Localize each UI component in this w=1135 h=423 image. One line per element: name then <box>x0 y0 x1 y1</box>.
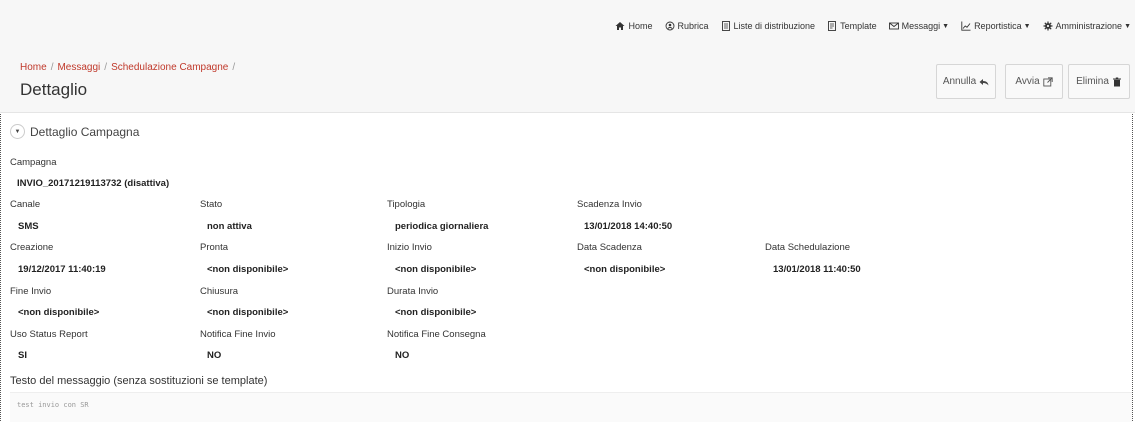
nav-reportistica[interactable]: Reportistica ▼ <box>961 21 1031 31</box>
reply-icon <box>979 78 989 85</box>
scadenza-invio-label: Scadenza Invio <box>577 199 642 210</box>
breadcrumb: Home / Messaggi / Schedulazione Campagne / <box>20 62 239 73</box>
pronta-label: Pronta <box>200 242 228 253</box>
breadcrumb-separator: / <box>50 62 54 73</box>
nav-home-label: Home <box>628 21 653 31</box>
notifica-fine-invio-label: Notifica Fine Invio <box>200 329 276 340</box>
nav-amministrazione[interactable]: Amministrazione ▼ <box>1043 21 1131 31</box>
canale-label: Canale <box>10 199 41 210</box>
line-chart-icon <box>961 21 971 31</box>
breadcrumb-home[interactable]: Home <box>20 62 47 73</box>
tipologia-label: Tipologia <box>387 199 426 210</box>
data-scadenza-value: <non disponibile> <box>584 264 666 275</box>
creazione-value: 19/12/2017 11:40:19 <box>18 264 106 275</box>
external-link-icon <box>1042 76 1053 86</box>
fine-invio-label: Fine Invio <box>10 286 52 297</box>
nav-template-label: Template <box>840 21 877 31</box>
campagna-value: INVIO_20171219113732 (disattiva) <box>17 178 170 189</box>
gear-icon <box>1043 21 1053 31</box>
canale-value: SMS <box>18 221 39 232</box>
nav-rubrica-label: Rubrica <box>677 21 709 31</box>
caret-down-icon: ▼ <box>1023 22 1031 30</box>
chiusura-value: <non disponibile> <box>207 307 289 318</box>
data-scadenza-label: Data Scadenza <box>577 242 642 253</box>
nav-reportistica-label: Reportistica <box>974 21 1022 31</box>
uso-status-report-label: Uso Status Report <box>10 329 88 340</box>
address-book-icon <box>665 21 674 31</box>
durata-invio-value: <non disponibile> <box>395 307 477 318</box>
trash-icon <box>1112 77 1121 86</box>
creazione-label: Creazione <box>10 242 54 253</box>
collapse-toggle-icon: ▼ <box>10 124 25 139</box>
fine-invio-value: <non disponibile> <box>18 307 100 318</box>
annulla-label: Annulla <box>942 76 977 87</box>
nav-menu: Home Rubrica Liste di distribuzione Temp… <box>603 21 1131 31</box>
stato-label: Stato <box>200 199 223 210</box>
nav-amministrazione-label: Amministrazione <box>1055 21 1123 31</box>
nav-home[interactable]: Home <box>615 21 653 31</box>
durata-invio-label: Durata Invio <box>387 286 439 297</box>
elimina-button[interactable]: Elimina <box>1068 64 1130 99</box>
nav-template[interactable]: Template <box>827 21 877 31</box>
annulla-button[interactable]: Annulla <box>936 64 996 99</box>
data-schedulazione-value: 13/01/2018 11:40:50 <box>773 264 861 275</box>
page-title: Dettaglio <box>20 80 88 99</box>
breadcrumb-schedulazione[interactable]: Schedulazione Campagne <box>111 62 228 73</box>
inizio-invio-value: <non disponibile> <box>395 264 477 275</box>
notifica-fine-invio-value: NO <box>207 350 222 361</box>
envelope-icon <box>888 22 899 30</box>
home-icon <box>615 22 625 30</box>
notifica-fine-consegna-value: NO <box>395 350 410 361</box>
message-label: Testo del messaggio (senza sostituzioni … <box>10 375 268 387</box>
pronta-value: <non disponibile> <box>207 264 289 275</box>
template-document-icon <box>828 21 837 31</box>
nav-rubrica[interactable]: Rubrica <box>665 21 709 31</box>
section-title: Dettaglio Campagna <box>30 124 140 139</box>
notifica-fine-consegna-label: Notifica Fine Consegna <box>387 329 486 340</box>
campagna-label: Campagna <box>10 157 57 168</box>
message-text: test invio con SR <box>17 401 89 409</box>
breadcrumb-separator: / <box>104 62 108 73</box>
list-document-icon <box>721 21 730 31</box>
caret-down-icon: ▼ <box>942 22 950 30</box>
page-header: Home / Messaggi / Schedulazione Campagne / De… <box>0 42 1135 113</box>
elimina-label: Elimina <box>1076 76 1109 87</box>
nav-messaggi-label: Messaggi <box>901 21 941 31</box>
chiusura-label: Chiusura <box>200 286 239 297</box>
uso-status-report-value: SI <box>18 350 27 361</box>
avvia-button[interactable]: Avvia <box>1005 64 1063 99</box>
caret-down-icon: ▼ <box>1124 22 1131 30</box>
avvia-label: Avvia <box>1015 76 1040 87</box>
tipologia-value: periodica giornaliera <box>395 221 489 232</box>
top-navbar: Home Rubrica Liste di distribuzione Temp… <box>0 0 1135 43</box>
data-schedulazione-label: Data Schedulazione <box>765 242 851 253</box>
nav-messaggi[interactable]: Messaggi ▼ <box>888 21 950 31</box>
nav-liste[interactable]: Liste di distribuzione <box>721 21 816 31</box>
nav-liste-label: Liste di distribuzione <box>733 21 816 31</box>
inizio-invio-label: Inizio Invio <box>387 242 432 253</box>
breadcrumb-messaggi[interactable]: Messaggi <box>57 62 100 73</box>
section-toggle-dettaglio-campagna[interactable]: ▼ Dettaglio Campagna <box>10 124 139 139</box>
breadcrumb-separator: / <box>232 62 236 73</box>
message-text-box: test invio con SR <box>10 392 1132 422</box>
stato-value: non attiva <box>207 221 252 232</box>
scadenza-invio-value: 13/01/2018 14:40:50 <box>584 221 673 232</box>
